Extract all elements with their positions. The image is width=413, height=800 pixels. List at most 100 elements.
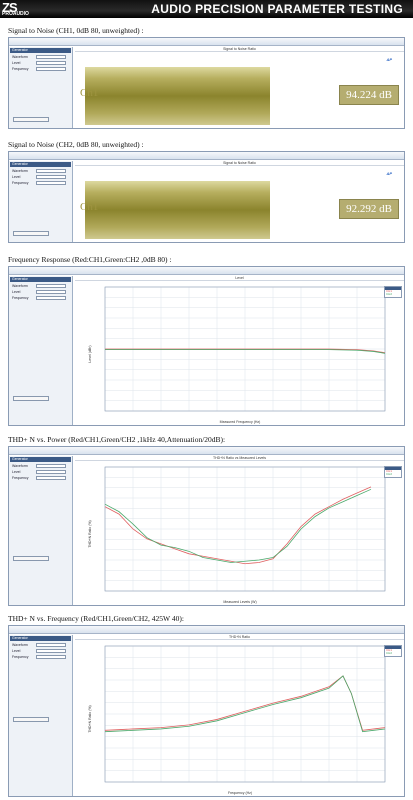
frequency-field[interactable] [36, 181, 66, 185]
thd-freq-plot: THD+N Ratio Frequency (Hz) THD+N Ratio (%… [75, 635, 404, 796]
snr-value: 94.224 dB [339, 85, 399, 105]
series-line-ch1 [104, 486, 372, 565]
legend-item-ch2: CH2 [386, 292, 393, 296]
waveform-row: Waveform [12, 284, 69, 288]
frequency-label: Frequency [12, 181, 29, 185]
window-toolbar[interactable] [9, 267, 404, 275]
series-line-ch2 [104, 488, 372, 563]
advanced-settings-button[interactable] [13, 231, 49, 236]
frequency-label: Frequency [12, 655, 29, 659]
plot-title: Signal to Noise Ratio [75, 47, 404, 52]
frequency-label: Frequency [12, 67, 29, 71]
waveform-field[interactable] [36, 55, 66, 59]
level-field[interactable] [36, 290, 66, 294]
waveform-field[interactable] [36, 169, 66, 173]
level-row: Level [12, 290, 69, 294]
settings-panel: Generator Waveform Level Frequency [9, 456, 73, 605]
x-axis-label: Measured Levels (W) [223, 600, 256, 604]
advanced-settings-button[interactable] [13, 117, 49, 122]
plot-title: THD+N Ratio vs Measured Levels [75, 456, 404, 461]
banner-title: AUDIO PRECISION PARAMETER TESTING [151, 2, 403, 16]
y-axis-label: Level (dBr) [88, 345, 92, 362]
frequency-field[interactable] [36, 476, 66, 480]
thd-power-window: Generator Waveform Level Frequency THD+N… [8, 446, 405, 606]
waveform-row: Waveform [12, 55, 69, 59]
level-field[interactable] [36, 470, 66, 474]
panel-header: Generator [10, 48, 71, 53]
y-axis-label: THD+N Ratio (%) [88, 520, 92, 547]
level-row: Level [12, 61, 69, 65]
y-axis-label: THD+N Ratio (%) [88, 705, 92, 732]
thd-power-plot: THD+N Ratio vs Measured Levels Measured … [75, 456, 404, 605]
settings-panel: Generator Waveform Level Frequency [9, 276, 73, 425]
top-banner: ZS PROAUDIO AUDIO PRECISION PARAMETER TES… [0, 0, 413, 18]
channel-label: Ch1 [80, 201, 99, 213]
section-heading-snr-ch2: Signal to Noise (CH2, 0dB 80, unweighted… [8, 140, 144, 149]
window-toolbar[interactable] [9, 38, 404, 46]
frequency-row: Frequency [12, 655, 69, 659]
brand-logo: ZS PROAUDIO [2, 0, 29, 17]
waveform-label: Waveform [12, 284, 28, 288]
advanced-settings-button[interactable] [13, 556, 49, 561]
settings-panel: Generator Waveform Level Frequency [9, 161, 73, 242]
level-row: Level [12, 175, 69, 179]
waveform-row: Waveform [12, 464, 69, 468]
waveform-row: Waveform [12, 643, 69, 647]
snr-plot: Signal to Noise Ratio AP Ch1 94.224 dB [75, 47, 404, 128]
level-label: Level [12, 290, 21, 294]
level-field[interactable] [36, 175, 66, 179]
snr-ch2-window: Generator Waveform Level Frequency Signa… [8, 151, 405, 243]
chart-legend: CH1 CH2 [384, 466, 402, 478]
settings-panel: Generator Waveform Level Frequency [9, 635, 73, 796]
window-toolbar[interactable] [9, 152, 404, 160]
level-field[interactable] [36, 649, 66, 653]
x-axis-label: Measured Frequency (Hz) [220, 420, 261, 424]
level-label: Level [12, 649, 21, 653]
level-label: Level [12, 61, 21, 65]
snr-value: 92.292 dB [339, 199, 399, 219]
frequency-field[interactable] [36, 655, 66, 659]
panel-header: Generator [10, 277, 71, 282]
chart-legend: CH1 CH2 [384, 645, 402, 657]
frequency-row: Frequency [12, 181, 69, 185]
waveform-label: Waveform [12, 55, 28, 59]
frequency-field[interactable] [36, 67, 66, 71]
section-heading-freq-response: Frequency Response (Red:CH1,Green:CH2 ,0… [8, 255, 172, 264]
frequency-row: Frequency [12, 67, 69, 71]
level-row: Level [12, 470, 69, 474]
level-bar [85, 181, 270, 239]
waveform-label: Waveform [12, 169, 28, 173]
section-heading-snr-ch1: Signal to Noise (CH1, 0dB 80, unweighted… [8, 26, 144, 35]
frequency-row: Frequency [12, 476, 69, 480]
channel-label: Ch1 [80, 87, 99, 99]
advanced-settings-button[interactable] [13, 717, 49, 722]
freq-response-window: Generator Waveform Level Frequency Level… [8, 266, 405, 426]
freq-plot: Level Measured Frequency (Hz) Level (dBr) [75, 276, 404, 425]
legend-item-ch2: CH2 [386, 651, 393, 655]
waveform-field[interactable] [36, 464, 66, 468]
snr-ch1-window: Generator Waveform Level Frequency Signa… [8, 37, 405, 129]
chart-legend: CH1 CH2 [384, 286, 402, 298]
window-toolbar[interactable] [9, 626, 404, 634]
frequency-label: Frequency [12, 296, 29, 300]
frequency-row: Frequency [12, 296, 69, 300]
level-label: Level [12, 175, 21, 179]
ap-logo: AP [386, 171, 392, 176]
window-toolbar[interactable] [9, 447, 404, 455]
advanced-settings-button[interactable] [13, 396, 49, 401]
waveform-row: Waveform [12, 169, 69, 173]
waveform-label: Waveform [12, 464, 28, 468]
level-row: Level [12, 649, 69, 653]
settings-panel: Generator Waveform Level Frequency [9, 47, 73, 128]
level-field[interactable] [36, 61, 66, 65]
waveform-label: Waveform [12, 643, 28, 647]
waveform-field[interactable] [36, 643, 66, 647]
plot-title: THD+N Ratio [75, 635, 404, 640]
section-heading-thd-freq: THD+ N vs. Frequency (Red/CH1,Green/CH2,… [8, 614, 184, 623]
frequency-field[interactable] [36, 296, 66, 300]
ap-logo: AP [386, 57, 392, 62]
plot-title: Signal to Noise Ratio [75, 161, 404, 166]
level-bar [85, 67, 270, 125]
waveform-field[interactable] [36, 284, 66, 288]
panel-header: Generator [10, 636, 71, 641]
